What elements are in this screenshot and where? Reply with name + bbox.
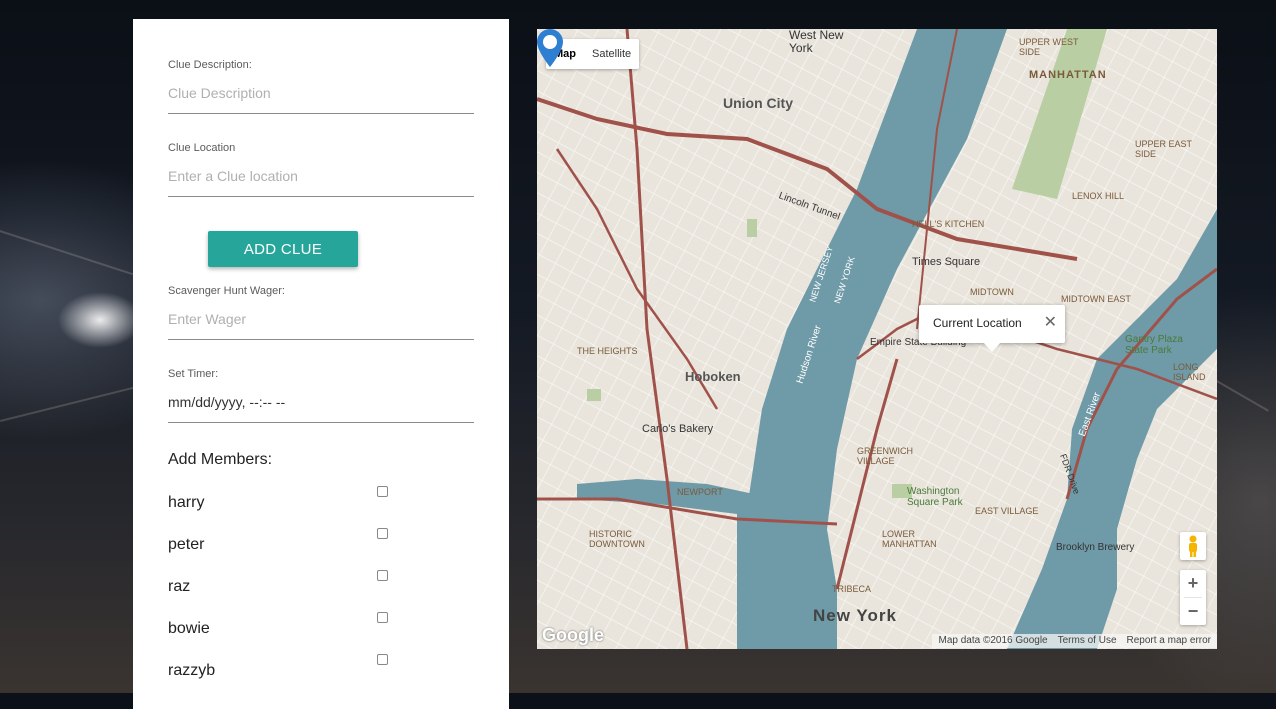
map-label-midtown: MIDTOWN xyxy=(970,287,1014,297)
map-label-tribeca: TRIBECA xyxy=(832,584,872,594)
clue-description-label: Clue Description: xyxy=(168,59,252,71)
zoom-control: + − xyxy=(1180,570,1206,625)
member-checkbox[interactable] xyxy=(377,654,388,665)
map-label-union-city: Union City xyxy=(723,95,793,111)
member-name: raz xyxy=(168,578,191,595)
map-label-times-square: Times Square xyxy=(912,256,981,268)
map-label-manhattan: MANHATTAN xyxy=(1029,69,1107,81)
wager-input[interactable] xyxy=(168,311,474,340)
map-label-greenwich-village: GREENWICH VILLAGE xyxy=(857,446,913,466)
member-row: harry xyxy=(168,486,398,518)
map-label-gantry-plaza: Gantry Plaza State Park xyxy=(1125,334,1183,356)
map-label-the-heights: THE HEIGHTS xyxy=(577,346,638,356)
map-view[interactable]: Union City Hoboken New York MANHATTAN UP… xyxy=(537,29,1217,649)
map-label-historic-downtown: HISTORIC DOWNTOWN xyxy=(589,529,645,549)
location-pin-icon[interactable] xyxy=(537,29,563,67)
map-type-satellite-button[interactable]: Satellite xyxy=(584,39,639,69)
zoom-in-button[interactable]: + xyxy=(1180,570,1206,597)
map-label-hells-kitchen: HELL'S KITCHEN xyxy=(912,219,985,229)
timer-label: Set Timer: xyxy=(168,368,219,380)
map-label-lower-manhattan: LOWER MANHATTAN xyxy=(882,529,937,549)
close-icon[interactable]: ✕ xyxy=(1044,312,1057,332)
park xyxy=(747,219,757,237)
map-label-upper-east-side: UPPER EAST SIDE xyxy=(1135,139,1192,159)
map-data-credit: Map data ©2016 Google xyxy=(938,635,1048,646)
clue-form-panel: Clue Description: Clue Location ADD CLUE… xyxy=(133,19,509,709)
info-window: Current Location ✕ xyxy=(919,305,1065,352)
map-attribution: Map data ©2016 Google Terms of Use Repor… xyxy=(932,634,1217,648)
map-label-lenox-hill: LENOX HILL xyxy=(1072,191,1125,201)
map-label-upper-west-side: UPPER WEST SIDE xyxy=(1019,37,1079,57)
wager-label: Scavenger Hunt Wager: xyxy=(168,285,285,297)
report-map-error-link[interactable]: Report a map error xyxy=(1127,634,1211,648)
member-name: bowie xyxy=(168,620,210,637)
member-name: peter xyxy=(168,536,205,553)
info-window-tail xyxy=(983,342,1001,352)
map-label-east-village: EAST VILLAGE xyxy=(975,506,1039,516)
map-label-west-new-york: West New York xyxy=(789,29,844,55)
add-members-title: Add Members: xyxy=(168,451,273,468)
map-label-long-island: LONG ISLAND xyxy=(1173,362,1206,382)
map-label-brooklyn-brewery: Brooklyn Brewery xyxy=(1056,542,1135,553)
clue-location-label: Clue Location xyxy=(168,142,236,154)
terms-of-use-link[interactable]: Terms of Use xyxy=(1058,634,1117,648)
member-checkbox[interactable] xyxy=(377,612,388,623)
map-label-hoboken: Hoboken xyxy=(685,369,741,384)
map-label-midtown-east: MIDTOWN EAST xyxy=(1061,294,1131,304)
member-checkbox[interactable] xyxy=(377,570,388,581)
info-window-text: Current Location xyxy=(933,316,1022,330)
member-row: bowie xyxy=(168,612,398,644)
member-checkbox[interactable] xyxy=(377,528,388,539)
add-clue-button[interactable]: ADD CLUE xyxy=(208,231,358,267)
clue-description-field: Clue Description: xyxy=(168,59,474,114)
map-label-newport: NEWPORT xyxy=(677,487,723,497)
park xyxy=(587,389,601,401)
map-label-new-york: New York xyxy=(813,606,897,625)
clue-location-input[interactable] xyxy=(168,168,474,197)
map-label-carlos-bakery: Carlo's Bakery xyxy=(642,423,714,435)
member-row: raz xyxy=(168,570,398,602)
member-row: razzyb xyxy=(168,654,398,686)
wager-field: Scavenger Hunt Wager: xyxy=(168,285,474,340)
map-label-washington-square: Washington Square Park xyxy=(907,486,963,508)
clue-description-input[interactable] xyxy=(168,85,474,114)
member-name: razzyb xyxy=(168,662,216,679)
timer-input[interactable]: mm/dd/yyyy, --:-- -- xyxy=(168,394,474,423)
street-view-pegman-icon[interactable] xyxy=(1180,532,1206,560)
member-name: harry xyxy=(168,494,205,511)
zoom-out-button[interactable]: − xyxy=(1180,598,1206,625)
clue-location-field: Clue Location xyxy=(168,142,474,197)
google-logo: Google xyxy=(542,625,604,645)
member-checkbox[interactable] xyxy=(377,486,388,497)
timer-field: Set Timer: mm/dd/yyyy, --:-- -- xyxy=(168,368,474,423)
member-row: peter xyxy=(168,528,398,560)
